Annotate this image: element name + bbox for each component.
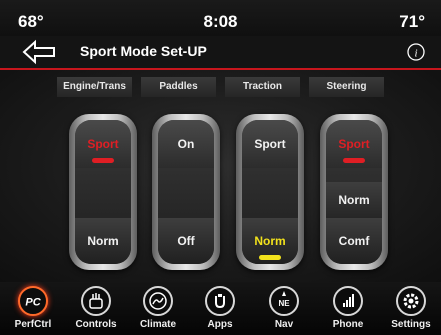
- svg-text:NE: NE: [278, 299, 290, 308]
- nav-phone[interactable]: Phone: [318, 282, 378, 335]
- nav-settings[interactable]: Settings: [381, 282, 441, 335]
- outside-temp-right[interactable]: 71°: [399, 12, 425, 32]
- engine-norm-option[interactable]: Norm: [75, 218, 131, 264]
- nav-label-settings: Settings: [391, 319, 431, 330]
- gear-icon: [396, 286, 426, 316]
- apps-icon: [205, 286, 235, 316]
- perfctrl-icon: PC: [18, 286, 48, 316]
- steering-sport-indicator: [343, 158, 365, 163]
- nav-label-phone: Phone: [332, 319, 364, 330]
- engine-sport-indicator: [92, 158, 114, 163]
- nav-perfctrl[interactable]: PC PerfCtrl: [3, 282, 63, 335]
- back-arrow-icon[interactable]: [22, 39, 56, 65]
- paddles-switch: On Off: [152, 114, 220, 270]
- steering-switch: Sport Norm Comf: [320, 114, 388, 270]
- info-icon[interactable]: i: [407, 43, 425, 61]
- steering-comf-option[interactable]: Comf: [326, 218, 382, 264]
- tab-engine-trans: Engine/Trans: [57, 77, 132, 97]
- nav-apps[interactable]: Apps: [190, 282, 250, 335]
- nav-label-apps: Apps: [207, 319, 233, 330]
- controls-icon: [81, 286, 111, 316]
- engine-trans-switch: Sport Norm: [69, 114, 137, 270]
- steering-norm-option[interactable]: Norm: [326, 182, 382, 218]
- nav-label-controls: Controls: [75, 319, 117, 330]
- compass-icon: NE: [269, 286, 299, 316]
- traction-sport-option[interactable]: Sport: [242, 120, 298, 168]
- title-bar: Sport Mode Set-UP i: [0, 36, 441, 68]
- nav-navigation[interactable]: NE Nav: [254, 282, 314, 335]
- traction-switch: Sport Norm: [236, 114, 304, 270]
- svg-text:i: i: [414, 48, 417, 60]
- traction-norm-indicator: [259, 255, 281, 260]
- svg-text:PC: PC: [25, 297, 41, 309]
- nav-controls[interactable]: Controls: [66, 282, 126, 335]
- nav-climate[interactable]: Climate: [128, 282, 188, 335]
- nav-label-climate: Climate: [139, 319, 177, 330]
- tab-traction: Traction: [225, 77, 300, 97]
- phone-signal-icon: [333, 286, 363, 316]
- climate-icon: [143, 286, 173, 316]
- nav-label-nav: Nav: [274, 319, 294, 330]
- sport-mode-panel: Engine/Trans Paddles Traction Steering S…: [0, 70, 441, 282]
- paddles-off-option[interactable]: Off: [158, 218, 214, 264]
- page-title: Sport Mode Set-UP: [80, 43, 207, 59]
- bottom-navigation: PC PerfCtrl Controls Climate Apps NE Nav…: [0, 282, 441, 335]
- nav-label-perfctrl: PerfCtrl: [14, 319, 52, 330]
- tab-paddles: Paddles: [141, 77, 216, 97]
- clock: 8:08: [203, 12, 238, 31]
- paddles-on-option[interactable]: On: [158, 120, 214, 168]
- status-bar: 68° 8:08 71°: [0, 0, 441, 36]
- tab-steering: Steering: [309, 77, 384, 97]
